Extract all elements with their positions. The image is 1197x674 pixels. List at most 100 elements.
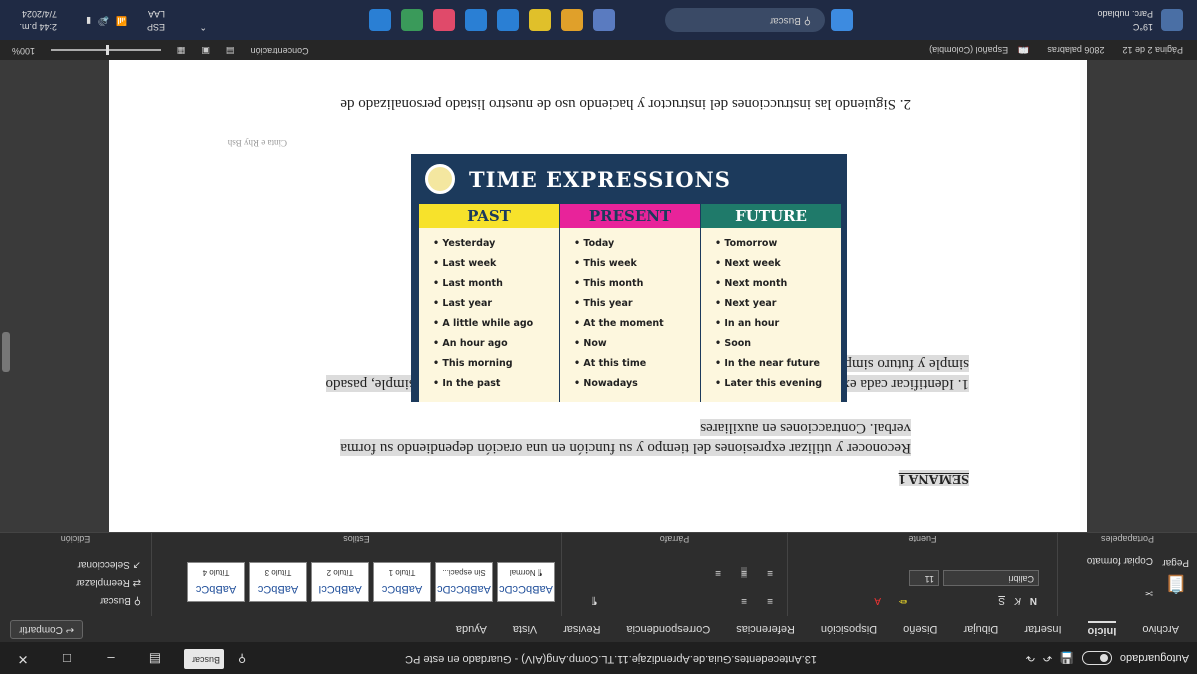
zoom-slider[interactable] <box>51 45 162 55</box>
pilcrow-icon[interactable]: ¶ <box>592 595 597 606</box>
list-item: Yesterday <box>433 234 551 254</box>
folder-icon[interactable] <box>561 9 583 31</box>
image-caption: Cinta e Rhy Bsh <box>227 138 287 148</box>
list-item: This morning <box>433 354 551 374</box>
zoom-thumb[interactable] <box>106 45 110 55</box>
week-heading: SEMANA 1 <box>898 470 969 486</box>
proofing-icon[interactable]: 📖 <box>1018 45 1029 56</box>
web-layout-icon[interactable]: ▦ <box>177 45 186 56</box>
weather-icon[interactable] <box>1161 9 1183 31</box>
save-icon[interactable]: 💾 <box>1060 652 1074 665</box>
font-size-select[interactable]: 11 <box>909 570 939 586</box>
highlight-icon[interactable]: ✏ <box>899 595 907 606</box>
clock-date[interactable]: 7/4/2024 <box>22 9 57 19</box>
language-indicator[interactable]: Español (Colombia) <box>929 45 1008 55</box>
title-search-box[interactable]: Buscar <box>184 649 224 669</box>
paste-icon[interactable]: 📋 <box>1165 573 1187 594</box>
ribbon-display-icon[interactable]: ▤ <box>140 651 170 667</box>
style-heading-3[interactable]: AaBbCc Título 3 <box>249 562 307 602</box>
redo-icon[interactable]: ↷ <box>1026 652 1035 665</box>
tab-vista[interactable]: Vista <box>513 623 537 635</box>
task-view-icon[interactable] <box>593 9 615 31</box>
undo-icon[interactable]: ↶ <box>1043 652 1052 665</box>
list-item: This year <box>574 294 692 314</box>
share-label: Compartir <box>19 624 63 635</box>
style-heading-1[interactable]: AaBbCc Título 1 <box>373 562 431 602</box>
minimize-button[interactable]: – <box>96 652 126 667</box>
status-right: Concentración ▤ ▣ ▦ 100% <box>12 45 309 56</box>
tab-dibujar[interactable]: Dibujar <box>963 623 998 635</box>
find-button[interactable]: ⚲ Buscar <box>100 595 141 606</box>
font-color-icon[interactable]: A <box>874 595 881 606</box>
list-item: In the near future <box>715 354 833 374</box>
page-count[interactable]: Página 2 de 12 <box>1122 45 1183 55</box>
network-icon[interactable]: 📶 <box>116 15 127 26</box>
tab-archivo[interactable]: Archivo <box>1142 623 1179 635</box>
focus-button[interactable]: Concentración <box>251 45 309 56</box>
style-no-spacing[interactable]: AaBbCcDc Sin espaci... <box>435 562 493 602</box>
style-heading-4[interactable]: AaBbCc Título 4 <box>187 562 245 602</box>
explorer-icon[interactable] <box>529 9 551 31</box>
share-button[interactable]: ↩ Compartir <box>10 620 84 639</box>
tab-diseno[interactable]: Diseño <box>903 623 937 635</box>
taskbar: 19°C Parc. nublado ⚲ Buscar ⌃ ESP LAA 📶 … <box>0 0 1197 40</box>
list-item: Next year <box>715 294 833 314</box>
replace-button[interactable]: ⇄ Reemplazar <box>76 577 141 588</box>
underline-button[interactable]: S <box>998 595 1005 606</box>
align-left-icon[interactable]: ≡ <box>767 567 773 578</box>
status-bar: Página 2 de 12 2806 palabras 📖 Español (… <box>0 40 1197 60</box>
vertical-scrollbar[interactable] <box>2 332 10 372</box>
tab-referencias[interactable]: Referencias <box>736 623 795 635</box>
print-layout-icon[interactable]: ▣ <box>202 45 211 56</box>
editing-group-label: Edición <box>60 534 91 544</box>
list-item: Soon <box>715 334 833 354</box>
document-page[interactable]: SEMANA 1 Reconocer y utilizar expresione… <box>109 60 1087 532</box>
past-header: PAST <box>419 204 559 228</box>
store-icon[interactable] <box>369 9 391 31</box>
font-group-label: Fuente <box>908 534 937 544</box>
restore-button[interactable]: □ <box>52 652 82 667</box>
word-count[interactable]: 2806 palabras <box>1047 45 1104 55</box>
select-button[interactable]: ↗ Seleccionar <box>78 559 141 570</box>
taskbar-search-box[interactable]: ⚲ Buscar <box>665 8 825 32</box>
align-center-icon[interactable]: ≡ <box>741 567 747 578</box>
font-name-select[interactable]: Calibri <box>943 570 1039 586</box>
zoom-level[interactable]: 100% <box>12 45 35 56</box>
clock-time[interactable]: 2:44 p.m. <box>19 22 57 32</box>
paste-label[interactable]: Pegar <box>1162 557 1189 568</box>
style-normal[interactable]: AaBbCcDc ¶ Normal <box>497 562 555 602</box>
italic-button[interactable]: K <box>1014 595 1021 606</box>
style-name: ¶ Normal <box>509 568 543 577</box>
battery-icon[interactable]: ▮ <box>86 15 91 26</box>
autosave-toggle[interactable] <box>1081 651 1112 665</box>
close-button[interactable]: ✕ <box>8 651 38 667</box>
tab-inicio[interactable]: Inicio <box>1087 621 1117 637</box>
lang-indicator[interactable]: ESP <box>147 22 165 32</box>
chevron-up-icon[interactable]: ⌃ <box>199 21 207 32</box>
tab-ayuda[interactable]: Ayuda <box>456 623 487 635</box>
tab-correspondencia[interactable]: Correspondencia <box>626 623 710 635</box>
numbering-icon[interactable]: ≡ <box>741 595 747 606</box>
start-icon[interactable] <box>831 9 853 31</box>
list-item: Last year <box>433 294 551 314</box>
app-icon[interactable] <box>433 9 455 31</box>
tab-disposicion[interactable]: Disposición <box>821 623 877 635</box>
time-expressions-image[interactable]: TIME EXPRESSIONS PAST Yesterday Last wee… <box>411 154 847 402</box>
bold-button[interactable]: N <box>1030 595 1037 606</box>
align-right-icon[interactable]: ≡ <box>715 567 721 578</box>
style-heading-2[interactable]: AaBbCcI Título 2 <box>311 562 369 602</box>
lang-indicator-2[interactable]: LAA <box>148 9 165 19</box>
tab-insertar[interactable]: Insertar <box>1024 623 1061 635</box>
read-mode-icon[interactable]: ▤ <box>226 45 235 56</box>
copy-format-label[interactable]: Copiar formato <box>1087 555 1153 566</box>
list-item: At this time <box>574 354 692 374</box>
volume-icon[interactable]: 🔊 <box>98 15 109 26</box>
cut-icon[interactable]: ✂ <box>1145 587 1153 598</box>
chrome-icon[interactable] <box>401 9 423 31</box>
bullets-icon[interactable]: ≡ <box>767 595 773 606</box>
list-item: Tomorrow <box>715 234 833 254</box>
word-icon[interactable] <box>465 9 487 31</box>
tab-revisar[interactable]: Revisar <box>563 623 600 635</box>
search-icon[interactable]: ⚲ <box>238 653 246 666</box>
edge-icon[interactable] <box>497 9 519 31</box>
